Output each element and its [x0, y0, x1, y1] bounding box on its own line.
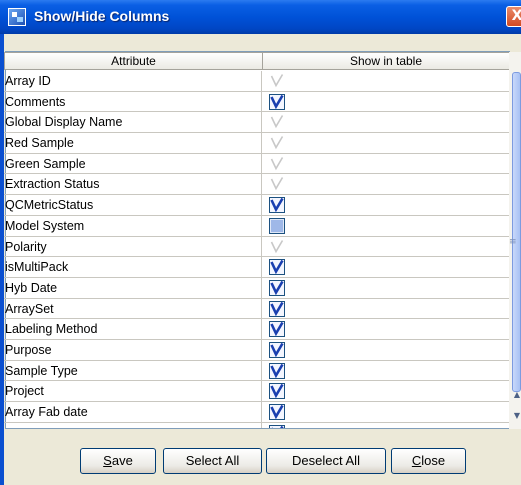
select-all-button[interactable]: Select All	[163, 448, 262, 474]
attribute-name: QCMetricStatus	[4, 195, 262, 215]
show-hide-columns-dialog: Show/Hide Columns X Attribute Show in ta…	[0, 0, 521, 485]
show-checkbox[interactable]	[269, 424, 285, 428]
button-bar: Save Select All Deselect All Close	[4, 436, 518, 485]
table-row[interactable]: ArraySet	[4, 298, 510, 320]
show-checkbox[interactable]	[269, 279, 285, 296]
header-show-in-table[interactable]: Show in table	[262, 52, 510, 70]
attribute-name: Red Sample	[4, 133, 262, 153]
arrow-up-icon[interactable]: ▲	[512, 389, 521, 401]
show-checkbox	[270, 156, 284, 170]
table-body: Array ID Comments Global Display Name Red S…	[4, 71, 510, 428]
show-checkbox	[270, 136, 284, 150]
scrollbar-thumb[interactable]	[512, 72, 521, 392]
show-checkbox	[270, 115, 284, 129]
table-row[interactable]: Hyb Date	[4, 277, 510, 299]
show-cell	[262, 340, 510, 360]
attribute-name: Array ID	[4, 71, 262, 91]
show-checkbox	[270, 74, 284, 88]
attribute-name: isMultiPack	[4, 257, 262, 277]
table-row[interactable]: isMultiPack	[4, 257, 510, 278]
save-button[interactable]: Save	[80, 448, 156, 474]
title-bar[interactable]: Show/Hide Columns X	[0, 0, 521, 34]
attribute-name: Sample Type	[4, 360, 262, 381]
table-row[interactable]: Array ID	[4, 71, 510, 92]
table-row[interactable]: Project	[4, 381, 510, 402]
vertical-scrollbar[interactable]: ≡ ▲ ▼	[509, 52, 521, 429]
show-cell	[262, 92, 510, 112]
arrow-down-icon[interactable]: ▼	[512, 410, 521, 422]
table-row[interactable]: Model System	[4, 215, 510, 237]
deselect-all-button[interactable]: Deselect All	[266, 448, 386, 474]
show-cell	[262, 423, 510, 428]
table-row[interactable]: Purpose	[4, 339, 510, 361]
show-checkbox[interactable]	[269, 93, 285, 110]
show-cell	[262, 174, 510, 194]
attribute-name: Purpose	[4, 339, 262, 360]
show-cell	[262, 154, 510, 174]
table-row[interactable]: Extraction Status	[4, 174, 510, 196]
show-checkbox	[270, 239, 284, 253]
attribute-name: Array type	[4, 422, 262, 428]
show-checkbox[interactable]	[269, 321, 285, 338]
close-icon[interactable]: X	[506, 6, 521, 27]
show-cell	[262, 195, 510, 215]
table-header: Attribute Show in table	[4, 52, 510, 71]
table-row[interactable]: Labeling Method	[4, 319, 510, 340]
show-cell	[262, 71, 510, 91]
attribute-name: Green Sample	[4, 153, 262, 174]
table-row[interactable]: Global Display Name	[4, 112, 510, 134]
scrollbar-grip-icon: ≡	[509, 237, 517, 247]
table-icon	[8, 8, 26, 26]
show-cell	[262, 319, 510, 339]
show-cell	[262, 112, 510, 132]
table-row[interactable]: Green Sample	[4, 153, 510, 175]
dialog-title: Show/Hide Columns	[34, 8, 170, 24]
show-checkbox	[270, 177, 284, 191]
table-row[interactable]: Comments	[4, 91, 510, 113]
attribute-name: Extraction Status	[4, 174, 262, 195]
attribute-name: ArraySet	[4, 298, 262, 319]
show-checkbox[interactable]	[269, 383, 285, 400]
header-attribute[interactable]: Attribute	[4, 52, 263, 70]
show-checkbox[interactable]	[269, 300, 285, 317]
show-checkbox[interactable]	[269, 404, 285, 420]
table-row[interactable]: Array Fab date	[4, 402, 510, 423]
table-row[interactable]: Array type	[4, 422, 510, 428]
show-cell	[262, 257, 510, 277]
show-cell	[262, 216, 510, 236]
table-row[interactable]: Polarity	[4, 236, 510, 258]
attribute-name: Project	[4, 381, 262, 401]
attribute-name: Comments	[4, 91, 262, 112]
attribute-name: Global Display Name	[4, 112, 262, 133]
table-row[interactable]: QCMetricStatus	[4, 195, 510, 216]
attribute-name: Hyb Date	[4, 277, 262, 298]
table-row[interactable]: Sample Type	[4, 360, 510, 382]
table-row[interactable]: Red Sample	[4, 133, 510, 154]
show-checkbox[interactable]	[269, 341, 285, 358]
show-cell	[262, 237, 510, 257]
show-checkbox[interactable]	[269, 217, 285, 234]
show-checkbox[interactable]	[269, 362, 285, 379]
attribute-name: Labeling Method	[4, 319, 262, 339]
show-checkbox[interactable]	[269, 197, 285, 214]
show-cell	[262, 361, 510, 381]
close-button[interactable]: Close	[391, 448, 466, 474]
show-cell	[262, 381, 510, 401]
show-checkbox[interactable]	[269, 259, 285, 276]
show-cell	[262, 278, 510, 298]
show-cell	[262, 133, 510, 153]
attribute-name: Polarity	[4, 236, 262, 257]
show-cell	[262, 299, 510, 319]
attribute-name: Model System	[4, 215, 262, 236]
attribute-name: Array Fab date	[4, 402, 262, 422]
show-cell	[262, 402, 510, 422]
